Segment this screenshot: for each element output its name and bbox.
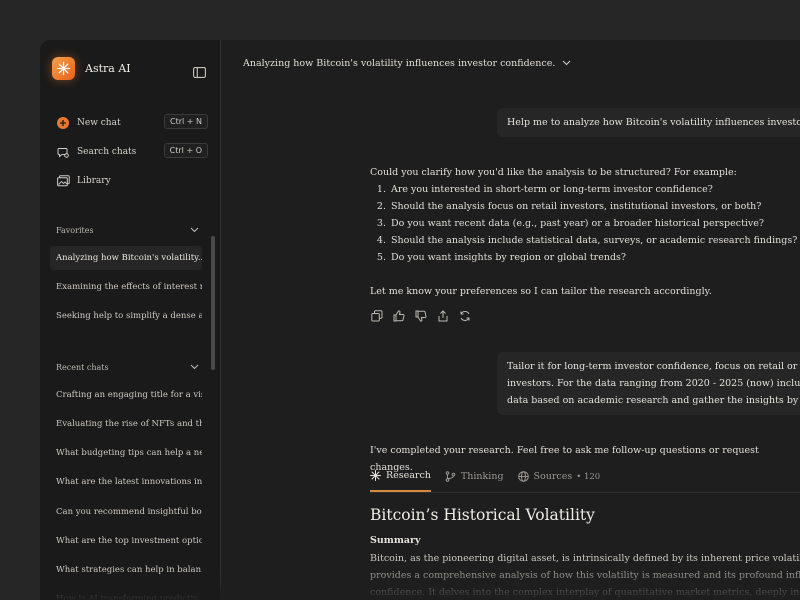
recent-chat-item[interactable]: Crafting an engaging title for a vis...: [50, 383, 202, 407]
sidebar: Astra AI New chat Ctrl + N Search chats …: [40, 40, 221, 600]
library-label: Library: [77, 176, 111, 186]
message-actions: [370, 309, 472, 323]
user-message: Tailor it for long-term investor confide…: [497, 352, 800, 415]
list-item: 5. Do you want insights by region or glob…: [376, 252, 626, 263]
conversation-title: Analyzing how Bitcoin's volatility influ…: [243, 58, 556, 69]
list-item: 4. Should the analysis include statistica…: [376, 235, 798, 246]
thumbs-up-icon[interactable]: [392, 309, 406, 323]
search-chats-button[interactable]: Search chats Ctrl + O: [56, 143, 208, 159]
list-item: 1. Are you interested in short-term or lo…: [376, 184, 713, 195]
branch-icon: [445, 471, 456, 482]
favorites-header[interactable]: Favorites: [56, 226, 199, 235]
chevron-down-icon: [190, 226, 199, 235]
report-body: Bitcoin, as the pioneering digital asset…: [370, 550, 800, 600]
library-button[interactable]: Library: [56, 174, 208, 188]
recent-chats-heading: Recent chats: [56, 363, 109, 372]
favorites-heading: Favorites: [56, 226, 94, 235]
copy-icon[interactable]: [370, 309, 384, 323]
astra-logo-icon: [52, 57, 75, 80]
share-icon[interactable]: [436, 309, 450, 323]
brand: Astra AI: [52, 57, 131, 80]
recent-chat-item[interactable]: How is AI transforming predictiv...: [50, 587, 202, 600]
app-window: Astra AI New chat Ctrl + N Search chats …: [40, 40, 800, 600]
recent-chat-item[interactable]: What strategies can help in balan...: [50, 558, 202, 582]
research-tabs: Research Thinking Sources • 120: [370, 469, 800, 493]
search-chats-label: Search chats: [77, 147, 137, 157]
tab-sources[interactable]: Sources • 120: [517, 469, 601, 492]
new-chat-label: New chat: [77, 118, 121, 128]
new-chat-shortcut: Ctrl + N: [163, 114, 208, 129]
chevron-down-icon: [562, 58, 571, 69]
sidebar-scrollbar[interactable]: [211, 236, 215, 370]
sparkle-icon: [370, 470, 381, 481]
conversation-title-dropdown[interactable]: Analyzing how Bitcoin's volatility influ…: [243, 58, 571, 69]
recent-chat-item[interactable]: Can you recommend insightful bo...: [50, 500, 202, 524]
report-line: confidence. It delves into the complex i…: [370, 587, 800, 598]
clarifying-questions-list: 1. Are you interested in short-term or lo…: [370, 181, 797, 266]
favorite-item[interactable]: Examining the effects of interest r...: [50, 275, 202, 299]
user-message-line: Tailor it for long-term investor confide…: [507, 361, 800, 372]
recent-chat-item[interactable]: What are the top investment optio...: [50, 529, 202, 553]
list-item: 2. Should the analysis focus on retail in…: [376, 201, 762, 212]
assistant-message: Could you clarify how you'd like the ana…: [370, 164, 797, 300]
report-title: Bitcoin’s Historical Volatility: [370, 506, 595, 524]
favorite-item[interactable]: Seeking help to simplify a dense a...: [50, 304, 202, 328]
plus-circle-icon: [56, 116, 70, 130]
user-message-line: investors. For the data ranging from 202…: [507, 378, 800, 389]
recent-chats-header[interactable]: Recent chats: [56, 363, 199, 372]
user-message: Help me to analyze how Bitcoin's volatil…: [497, 108, 800, 137]
recent-chat-item[interactable]: What budgeting tips can help a ne...: [50, 441, 202, 465]
globe-icon: [517, 471, 529, 482]
tab-thinking[interactable]: Thinking: [445, 469, 504, 492]
chat-panel: Analyzing how Bitcoin's volatility influ…: [222, 40, 800, 600]
regenerate-icon[interactable]: [458, 309, 472, 323]
chat-search-icon: [56, 145, 70, 159]
sidebar-toggle-icon[interactable]: [193, 63, 206, 82]
new-chat-button[interactable]: New chat Ctrl + N: [56, 114, 208, 130]
recent-chat-item[interactable]: Evaluating the rise of NFTs and th...: [50, 412, 202, 436]
list-item: 3. Do you want recent data (e.g., past ye…: [376, 218, 765, 229]
assistant-intro: Could you clarify how you'd like the ana…: [370, 167, 737, 178]
assistant-outro: Let me know your preferences so I can ta…: [370, 286, 712, 297]
favorite-item[interactable]: Analyzing how Bitcoin's volatility...: [50, 246, 202, 270]
thumbs-down-icon[interactable]: [414, 309, 428, 323]
report-subtitle: Summary: [370, 535, 421, 546]
report-line: Bitcoin, as the pioneering digital asset…: [370, 553, 800, 564]
tab-research[interactable]: Research: [370, 469, 431, 492]
report-line: provides a comprehensive analysis of how…: [370, 570, 800, 581]
user-message-line: data based on academic research and gath…: [507, 395, 800, 406]
image-gallery-icon: [56, 174, 70, 188]
app-name: Astra AI: [85, 62, 131, 75]
search-chats-shortcut: Ctrl + O: [163, 143, 208, 158]
sources-count: • 120: [576, 471, 601, 482]
user-message-text: Help me to analyze how Bitcoin's volatil…: [507, 117, 800, 128]
recent-chat-item[interactable]: What are the latest innovations in...: [50, 470, 202, 494]
chevron-down-icon: [190, 363, 199, 372]
